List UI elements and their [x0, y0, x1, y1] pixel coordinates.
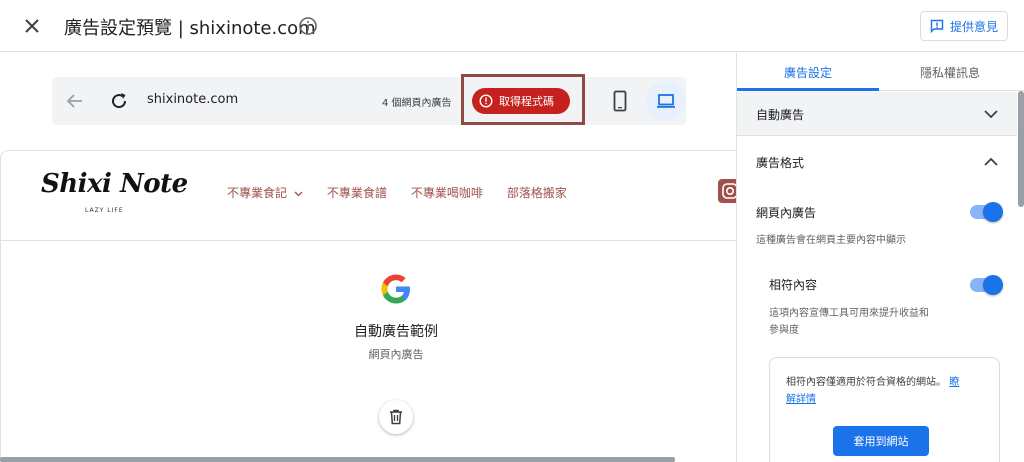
example-title: 自動廣告範例 [354, 324, 438, 340]
close-icon [25, 19, 39, 33]
laptop-icon [657, 94, 675, 108]
auto-ads-title: 自動廣告 [756, 108, 805, 122]
chevron-down-icon [984, 110, 998, 119]
site-preview-frame: Shixi Note LAZY LIFE 不專業食記 不專業食譜 不專業喝咖啡 … [0, 150, 736, 462]
inpage-ads-toggle[interactable] [970, 202, 1003, 222]
chevron-up-icon[interactable] [983, 154, 999, 170]
delete-ad-button[interactable] [379, 400, 413, 434]
active-tab-indicator [737, 88, 879, 91]
url-text: shixinote.com [147, 92, 239, 107]
trash-icon [390, 409, 402, 425]
site-nav: 不專業食記 不專業食譜 不專業喝咖啡 部落格搬家 [227, 184, 567, 201]
site-header: Shixi Note LAZY LIFE 不專業食記 不專業食譜 不專業喝咖啡 … [1, 151, 736, 241]
back-arrow-icon[interactable] [64, 90, 86, 112]
matched-content-toggle[interactable] [970, 275, 1003, 295]
toggle-knob [983, 202, 1003, 222]
url-bar: shixinote.com 4 個網頁內廣告 [52, 77, 686, 125]
feedback-icon [930, 19, 944, 33]
notice-text: 相符內容僅適用於符合資格的網站。 瞭解詳情 [786, 374, 986, 408]
inpage-ads-description: 這種廣告會在網頁主要內容中顯示 [756, 235, 906, 246]
nav-item-blog-move[interactable]: 部落格搬家 [507, 184, 567, 201]
desktop-view-button[interactable] [646, 81, 686, 121]
ads-count: 4 個網頁內廣告 [382, 98, 452, 109]
tab-ad-settings[interactable]: 廣告設定 [737, 53, 879, 91]
nav-item-coffee[interactable]: 不專業喝咖啡 [411, 184, 483, 201]
nav-item-food-review[interactable]: 不專業食記 [227, 184, 303, 201]
feedback-label: 提供意見 [949, 19, 998, 34]
site-logo-tagline: LAZY LIFE [85, 207, 124, 214]
tab-privacy-messages[interactable]: 隱私權訊息 [879, 53, 1021, 91]
auto-ads-section[interactable]: 自動廣告 [737, 92, 1017, 136]
settings-panel: 廣告設定 隱私權訊息 自動廣告 廣告格式 網頁內廣告 這種廣告會在網頁主要內容中… [736, 53, 1024, 462]
matched-content-description-line2: 參與度 [769, 325, 799, 336]
info-icon[interactable] [298, 16, 318, 36]
nav-item-recipes[interactable]: 不專業食譜 [327, 184, 387, 201]
get-code-label: 取得程式碼 [499, 95, 554, 108]
get-code-button[interactable]: 取得程式碼 [472, 88, 570, 114]
preview-area: shixinote.com 4 個網頁內廣告 取得程式碼 Shixi Note … [0, 53, 736, 462]
chevron-down-icon [294, 191, 303, 197]
ad-formats-title[interactable]: 廣告格式 [756, 154, 804, 171]
toggle-knob [983, 275, 1003, 295]
notice-body: 相符內容僅適用於符合資格的網站。 [786, 377, 946, 388]
instagram-icon[interactable] [718, 179, 736, 203]
matched-content-label: 相符內容 [769, 278, 818, 292]
inpage-ads-label: 網頁內廣告 [756, 206, 817, 220]
matched-content-description-line1: 這項內容宣傳工具可用來提升收益和 [769, 308, 929, 319]
panel-tabs: 廣告設定 隱私權訊息 [737, 53, 1024, 91]
reload-icon[interactable] [108, 90, 130, 112]
alert-icon [479, 94, 493, 108]
feedback-button[interactable]: 提供意見 [920, 11, 1008, 41]
site-logo[interactable]: Shixi Note [41, 169, 188, 199]
example-subtitle: 網頁內廣告 [368, 348, 424, 361]
mobile-view-icon[interactable] [610, 90, 630, 112]
close-button[interactable] [18, 12, 46, 40]
horizontal-scrollbar[interactable] [0, 457, 675, 462]
top-bar: 廣告設定預覽 | shixinote.com 提供意見 [0, 0, 1024, 52]
google-logo-icon [381, 274, 410, 304]
vertical-scrollbar[interactable] [1018, 91, 1024, 207]
apply-to-site-button[interactable]: 套用到網站 [833, 426, 929, 456]
page-title: 廣告設定預覽 | shixinote.com [64, 18, 316, 39]
